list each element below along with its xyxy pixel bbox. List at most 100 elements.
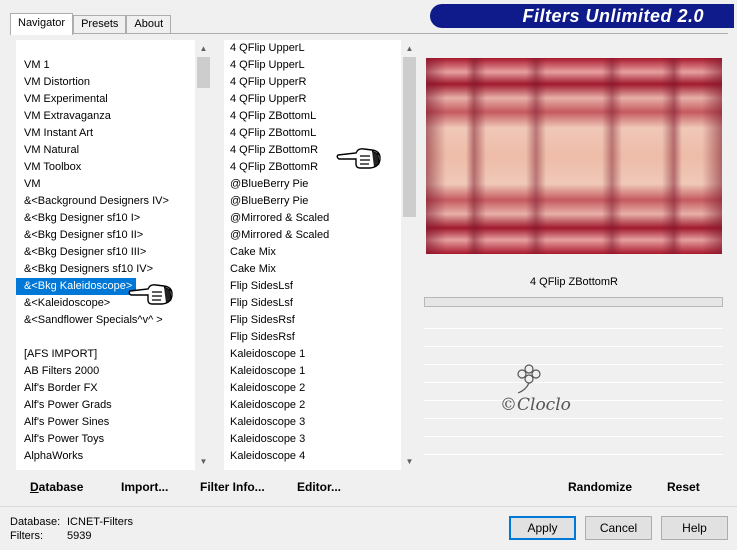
category-list-item[interactable]: VM 1 <box>16 57 196 74</box>
app-title-banner: Filters Unlimited 2.0 <box>430 4 734 28</box>
category-list-item[interactable]: VM Distortion <box>16 74 196 91</box>
category-list-item[interactable]: VM Instant Art <box>16 125 196 142</box>
watermark-flower-icon <box>517 364 541 394</box>
randomize-button[interactable]: Randomize <box>568 474 632 500</box>
filter-list-item[interactable]: @BlueBerry Pie <box>228 193 402 210</box>
filter-list-item[interactable]: Flip SidesRsf <box>228 312 402 329</box>
filter-list-item-label: Kaleidoscope 2 <box>230 399 306 411</box>
filter-list-item[interactable]: 4 QFlip ZBottomL <box>228 108 402 125</box>
chevron-up-icon[interactable]: ▲ <box>195 40 212 57</box>
param-separator <box>424 346 723 347</box>
filter-list-item[interactable]: 4 QFlip UpperR <box>228 74 402 91</box>
import-button[interactable]: Import... <box>121 474 168 500</box>
category-scrollbar[interactable]: ▲ ▼ <box>195 40 212 470</box>
category-list-item[interactable]: &<Background Designers IV> <box>16 193 196 210</box>
filter-list-item[interactable]: 4 QFlip UpperL <box>228 57 402 74</box>
tab-bar: Navigator Presets About <box>10 13 172 35</box>
filter-list-item[interactable]: Cake Mix <box>228 244 402 261</box>
editor-button[interactable]: Editor... <box>297 474 341 500</box>
category-scroll-thumb[interactable] <box>197 57 210 88</box>
category-list-item-label: VM <box>24 178 41 190</box>
category-list-item[interactable]: Alf's Power Grads <box>16 397 196 414</box>
filter-list-item-label: Flip SidesRsf <box>230 314 295 326</box>
filter-list-item[interactable]: Flip SidesRsf <box>228 329 402 346</box>
filter-list-item[interactable]: Kaleidoscope 3 <box>228 414 402 431</box>
category-list[interactable]: VM 1 VM Distortion VM Experimental VM Extra… <box>16 40 212 470</box>
filter-list-item[interactable]: Kaleidoscope 1 <box>228 363 402 380</box>
help-button[interactable]: Help <box>661 516 728 540</box>
filter-scroll-thumb[interactable] <box>403 57 416 217</box>
filter-list-item[interactable]: 4 QFlip UpperR <box>228 91 402 108</box>
category-list-item[interactable]: &<Bkg Designers sf10 IV> <box>16 261 196 278</box>
filter-list-item-label: 4 QFlip ZBottomR <box>230 161 319 173</box>
category-list-item[interactable]: VM Natural <box>16 142 196 159</box>
category-list-item[interactable]: VM Toolbox <box>16 159 196 176</box>
filter-list-item-label: 4 QFlip ZBottomL <box>230 110 317 122</box>
category-list-item[interactable]: &<Bkg Designer sf10 I> <box>16 210 196 227</box>
preview-filter-name: 4 QFlip ZBottomR <box>529 276 619 288</box>
filter-list-item[interactable]: @Mirrored & Scaled <box>228 227 402 244</box>
chevron-up-icon[interactable]: ▲ <box>401 40 418 57</box>
filter-list-item[interactable]: Kaleidoscope 2 <box>228 397 402 414</box>
filter-list-item[interactable]: Kaleidoscope 1 <box>228 346 402 363</box>
reset-button[interactable]: Reset <box>667 474 700 500</box>
filter-list-item[interactable]: Cake Mix <box>228 261 402 278</box>
filter-list-item-label: @Mirrored & Scaled <box>230 212 330 224</box>
filters-count-value: 5939 <box>67 530 92 542</box>
category-list-item[interactable] <box>16 40 196 57</box>
filter-list-item[interactable]: Flip SidesLsf <box>228 295 402 312</box>
category-list-item[interactable]: [AFS IMPORT] <box>16 346 196 363</box>
param-separator <box>424 454 723 455</box>
filter-list-item[interactable]: Flip SidesLsf <box>228 278 402 295</box>
filter-list-item[interactable]: 4 QFlip UpperL <box>228 40 402 57</box>
filter-list-item[interactable]: Kaleidoscope 2 <box>228 380 402 397</box>
category-list-item[interactable]: &<Bkg Designer sf10 III> <box>16 244 196 261</box>
category-list-item[interactable] <box>16 329 196 346</box>
filter-list[interactable]: 4 QFlip UpperL 4 QFlip UpperL 4 QFlip Uppe… <box>224 40 418 470</box>
filter-list-item[interactable]: @BlueBerry Pie <box>228 176 402 193</box>
chevron-down-icon[interactable]: ▼ <box>401 453 418 470</box>
pointing-hand-icon <box>336 148 381 169</box>
category-list-item[interactable]: VM Extravaganza <box>16 108 196 125</box>
filter-list-item[interactable]: Kaleidoscope 4 <box>228 448 402 465</box>
filter-info-button[interactable]: Filter Info... <box>200 474 265 500</box>
filters-count-label: Filters: <box>10 530 43 542</box>
filter-scrollbar[interactable]: ▲ ▼ <box>401 40 418 470</box>
category-list-item-label: &<Bkg Kaleidoscope> <box>16 278 137 295</box>
category-list-item[interactable]: AB Filters 2000 <box>16 363 196 380</box>
category-list-item[interactable]: &<Sandflower Specials^v^ > <box>16 312 196 329</box>
chevron-down-icon[interactable]: ▼ <box>195 453 212 470</box>
tab-navigator[interactable]: Navigator <box>10 13 74 35</box>
filter-list-item-label: Flip SidesRsf <box>230 331 295 343</box>
tab-about[interactable]: About <box>126 15 172 34</box>
database-button-label: Database <box>30 480 84 494</box>
category-list-item[interactable]: VM <box>16 176 196 193</box>
cancel-button[interactable]: Cancel <box>585 516 652 540</box>
category-list-item-label: AlphaWorks <box>24 450 84 462</box>
apply-button[interactable]: Apply <box>509 516 576 540</box>
category-list-item-label: &<Bkg Designer sf10 II> <box>24 229 144 241</box>
right-button-row: Randomize Reset <box>424 474 723 500</box>
filter-list-item-label: 4 QFlip ZBottomR <box>230 144 319 156</box>
tab-presets[interactable]: Presets <box>73 15 127 34</box>
category-list-item[interactable]: AlphaWorks <box>16 448 196 465</box>
param-separator <box>424 436 723 437</box>
category-list-item[interactable]: VM Experimental <box>16 91 196 108</box>
category-list-item[interactable]: Alf's Power Sines <box>16 414 196 431</box>
database-button[interactable]: Database <box>30 474 83 500</box>
filter-list-item[interactable]: @Mirrored & Scaled <box>228 210 402 227</box>
category-list-item-label: &<Bkg Designers sf10 IV> <box>24 263 154 275</box>
category-list-item-label <box>16 42 24 54</box>
category-list-item[interactable]: Alf's Power Toys <box>16 431 196 448</box>
category-list-item-label: VM Natural <box>24 144 80 156</box>
filter-list-item[interactable]: 4 QFlip ZBottomL <box>228 125 402 142</box>
filter-list-item[interactable]: Kaleidoscope 3 <box>228 431 402 448</box>
filter-preview-image <box>426 58 722 254</box>
filter-list-item-label: Kaleidoscope 4 <box>230 450 306 462</box>
filter-list-item-label: @BlueBerry Pie <box>230 195 309 207</box>
category-list-item[interactable]: Alf's Border FX <box>16 380 196 397</box>
database-label: Database: <box>10 516 61 528</box>
category-list-item-label: Alf's Power Grads <box>24 399 112 411</box>
filter-list-item-label: Kaleidoscope 3 <box>230 433 306 445</box>
category-list-item[interactable]: &<Bkg Designer sf10 II> <box>16 227 196 244</box>
